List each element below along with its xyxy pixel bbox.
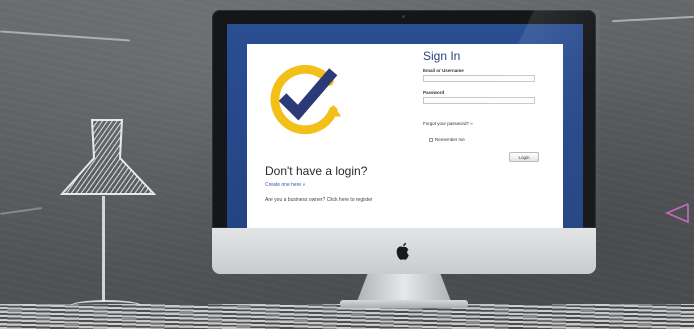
lamp-base [70,300,142,312]
remember-me[interactable]: Remember me [429,137,465,142]
create-account-link[interactable]: Create one here » [265,182,305,188]
arrow-doodle-icon [664,203,689,224]
password-field[interactable] [423,97,535,104]
forgot-password-link[interactable]: Forgot your password? » [423,121,473,126]
remember-me-label: Remember me [435,137,465,142]
monitor-stand-foot [340,300,468,308]
business-register-link[interactable]: Are you a business owner? Click here to … [265,197,375,204]
login-button[interactable]: Login [509,152,539,162]
no-login-heading: Don't have a login? [265,164,368,178]
lamp-pole [102,196,105,302]
lamp-shade-icon [60,119,156,195]
login-page: Don't have a login? Create one here » Ar… [247,44,563,228]
monitor-screen: Don't have a login? Create one here » Ar… [227,24,583,228]
camera-icon [402,15,405,18]
check-badge-icon [270,64,342,135]
email-label: Email or Username [423,68,464,73]
password-label: Password [423,90,445,95]
remember-me-checkbox[interactable] [429,137,433,142]
signin-title: Sign In [423,49,461,63]
apple-logo-icon [396,242,409,260]
email-field[interactable] [423,75,535,82]
